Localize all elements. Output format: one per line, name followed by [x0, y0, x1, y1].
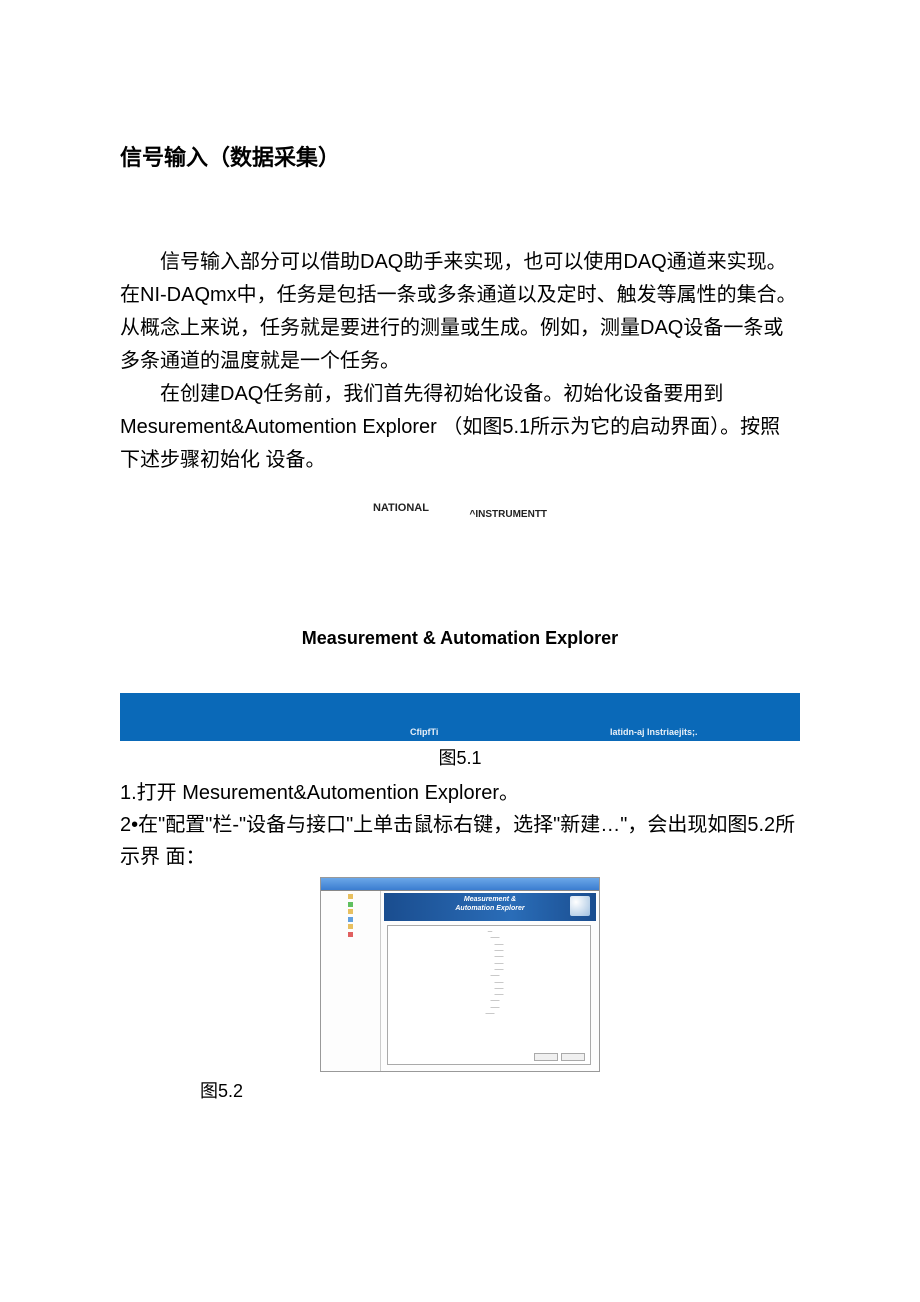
- ni-logo-text-1: NATIONAL: [373, 499, 429, 517]
- document-page: 信号输入（数据采集） 信号输入部分可以借助DAQ助手来实现，也可以使用DAQ通道…: [0, 0, 920, 1107]
- figure-caption-5-2: 图5.2: [200, 1077, 800, 1107]
- dialog-button[interactable]: [534, 1053, 558, 1061]
- window-titlebar: [321, 878, 599, 891]
- figure-5-2-container: Measurement & Automation Explorer — —— —…: [120, 877, 800, 1072]
- banner-line-1: Measurement &: [464, 896, 516, 903]
- window-body: Measurement & Automation Explorer — —— —…: [321, 891, 599, 1071]
- dialog-button[interactable]: [561, 1053, 585, 1061]
- config-sidebar: [321, 891, 381, 1071]
- mae-banner: Measurement & Automation Explorer: [384, 893, 596, 921]
- paragraph-2-text: 在创建DAQ任务前，我们首先得初始化设备。初始化设备要用到Mesurement&…: [120, 383, 780, 471]
- dialog-buttons: [534, 1053, 585, 1061]
- mae-splash-title: Measurement & Automation Explorer: [120, 624, 800, 654]
- paragraph-2: 在创建DAQ任务前，我们首先得初始化设备。初始化设备要用到Mesurement&…: [120, 378, 800, 477]
- bar-text-left: CfipfTi: [410, 725, 438, 740]
- figure-5-2-window: Measurement & Automation Explorer — —— —…: [320, 877, 600, 1072]
- new-device-dialog: — —— —— —— —— —— —— —— —— —— —— —— —— ——: [387, 925, 591, 1065]
- banner-icon: [570, 896, 590, 916]
- banner-line-2: Automation Explorer: [455, 905, 524, 912]
- ni-logo-block: NATIONAL ^INSTRUMENTT: [120, 489, 800, 524]
- ni-logo-text-2: ^INSTRUMENTT: [470, 507, 548, 524]
- step-2: 2•在"配置"栏-"设备与接口"上单击鼠标右键，选择"新建…"，会出现如图5.2…: [120, 809, 800, 873]
- paragraph-1: 信号输入部分可以借助DAQ助手来实现，也可以使用DAQ通道来实现。在NI-DAQ…: [120, 246, 800, 378]
- section-title: 信号输入（数据采集）: [120, 140, 800, 176]
- figure-caption-5-1: 图5.1: [120, 744, 800, 774]
- mae-splash-bar: CfipfTi Iatidn-aj Instriaejits;.: [120, 693, 800, 741]
- bar-text-right: Iatidn-aj Instriaejits;.: [610, 725, 698, 740]
- step-1: 1.打开 Mesurement&Automention Explorer。: [120, 777, 800, 809]
- main-panel: Measurement & Automation Explorer — —— —…: [381, 891, 599, 1071]
